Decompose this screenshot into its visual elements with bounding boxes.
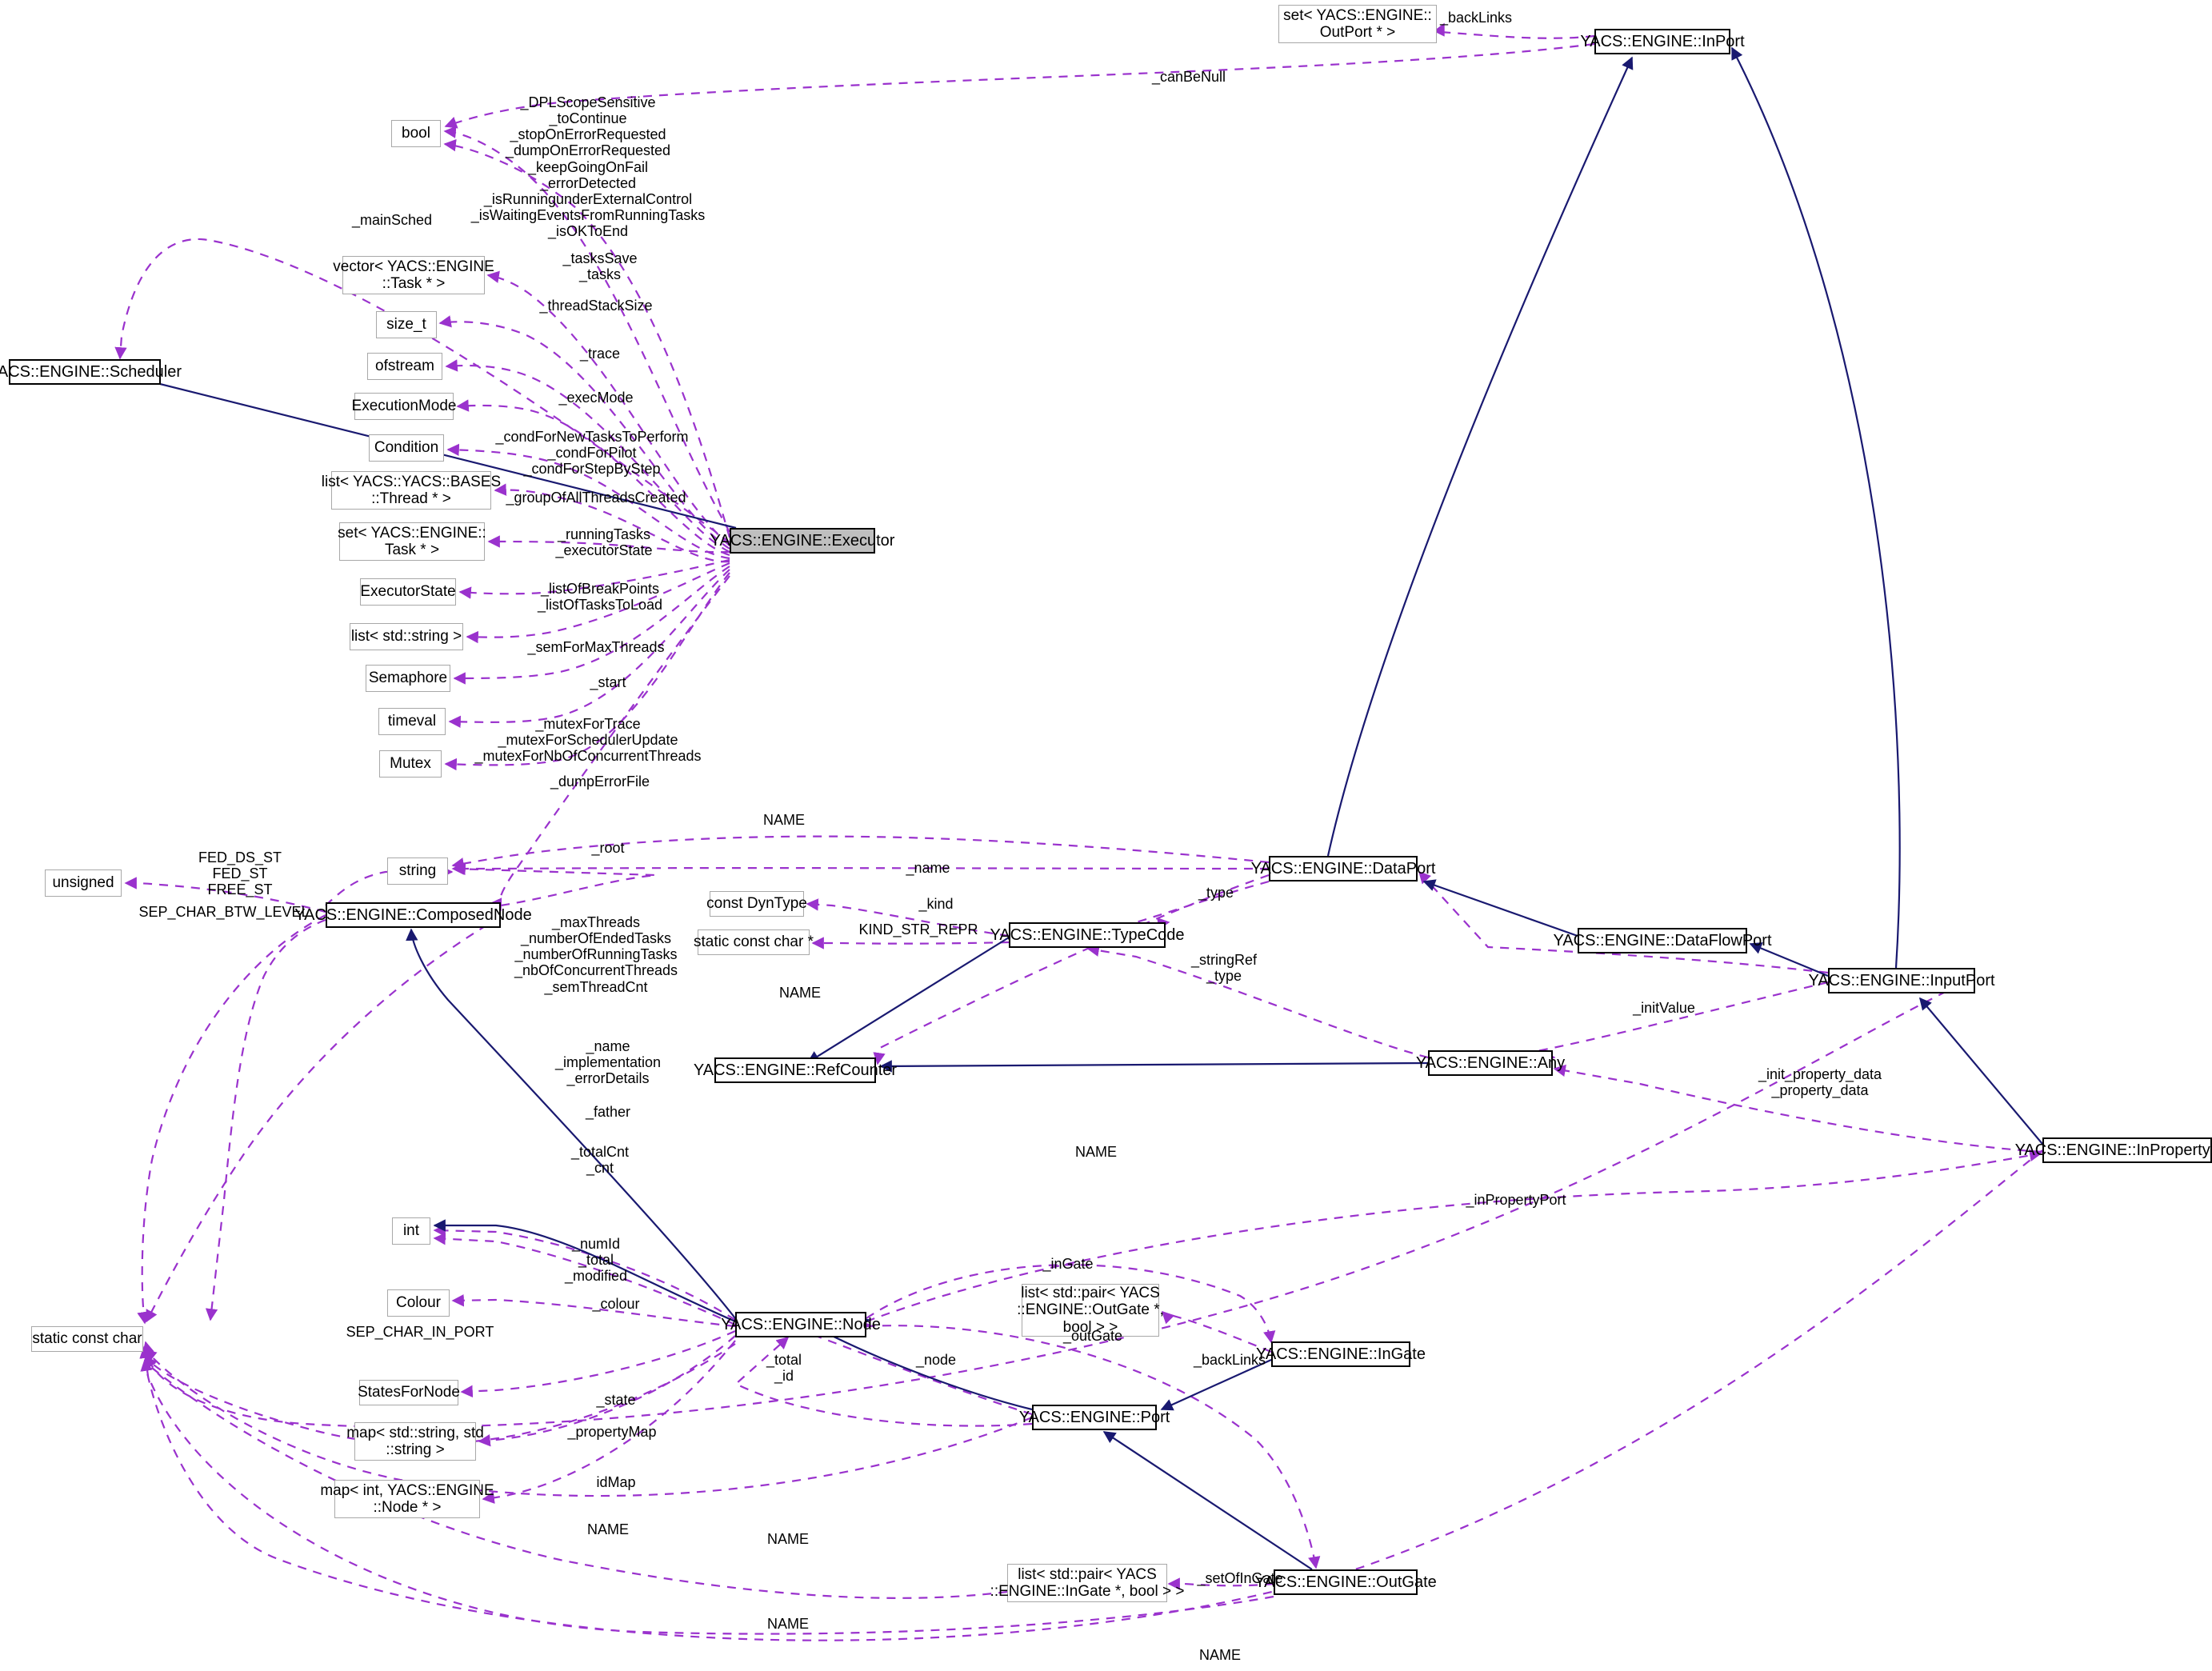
class-node-mapIntNode[interactable]: map< int, YACS::ENGINE ::Node * > xyxy=(320,1480,494,1518)
edge-label-name_low1: NAME xyxy=(586,1521,629,1537)
class-node-condition[interactable]: Condition xyxy=(369,434,444,462)
edge-label-name_dataport: _name xyxy=(906,860,950,876)
edge-label-numid: _numId _total _modified xyxy=(564,1236,628,1285)
class-node-ofstream[interactable]: ofstream xyxy=(367,353,442,380)
edge-label-threadstacksize: _threadStackSize xyxy=(539,298,653,314)
edge-label-ingate_lbl: _inGate xyxy=(1042,1256,1094,1272)
class-node-staticchar[interactable]: static const char xyxy=(31,1326,143,1352)
class-node-dataport[interactable]: YACS::ENGINE::DataPort xyxy=(1251,856,1435,881)
class-node-listThread[interactable]: list< YACS::YACS::BASES ::Thread * > xyxy=(322,471,501,510)
edge-label-node_members: _maxThreads _numberOfEndedTasks _numberO… xyxy=(514,914,678,995)
class-node-dataflowport[interactable]: YACS::ENGINE::DataFlowPort xyxy=(1553,928,1772,953)
class-node-refcounter[interactable]: YACS::ENGINE::RefCounter xyxy=(694,1057,897,1083)
class-node-mutex[interactable]: Mutex xyxy=(379,750,442,778)
edge-label-fed_consts: FED_DS_ST FED_ST FREE_ST xyxy=(198,849,282,898)
edge-label-node_lbl: _node xyxy=(915,1352,957,1368)
edge-label-bool_members: _DPLScopeSensitive _toContinue _stopOnEr… xyxy=(470,94,706,240)
collaboration-diagram-canvas: set< YACS::ENGINE:: OutPort * >YACS::ENG… xyxy=(0,0,2212,1671)
class-node-setOutPort[interactable]: set< YACS::ENGINE:: OutPort * > xyxy=(1278,5,1437,43)
edge-label-mutexes: _mutexForTrace _mutexForSchedulerUpdate … xyxy=(474,716,702,765)
edge-label-cond_members: _condForNewTasksToPerform _condForPilot … xyxy=(495,429,689,478)
class-node-size_t[interactable]: size_t xyxy=(376,311,437,338)
class-node-inputport[interactable]: YACS::ENGINE::InputPort xyxy=(1808,968,1995,993)
edge-label-setofingate: _setOfInGate xyxy=(1197,1570,1283,1586)
class-node-constdyntype[interactable]: const DynType xyxy=(706,891,807,917)
class-node-timeval[interactable]: timeval xyxy=(378,708,446,735)
edge-label-init_prop_data: _init_property_data _property_data xyxy=(1758,1066,1882,1099)
edge-label-type_dp: _type xyxy=(1198,885,1234,901)
edge-label-root: _root xyxy=(591,840,625,856)
class-node-string[interactable]: string xyxy=(387,857,448,885)
class-node-executor[interactable]: YACS::ENGINE::Executor xyxy=(710,528,894,554)
edge-label-totalcnt: _totalCnt _cnt xyxy=(570,1144,630,1177)
edge-label-name_low3: NAME xyxy=(766,1616,809,1632)
class-node-bool[interactable]: bool xyxy=(391,120,441,147)
edge-label-total_id: _total _id xyxy=(766,1352,802,1385)
class-node-executorstate[interactable]: ExecutorState xyxy=(360,578,456,606)
edge-label-dumperrorfile: _dumpErrorFile xyxy=(550,774,650,790)
edge-label-stringref: _stringRef _type xyxy=(1190,952,1258,985)
edge-label-execmode_lbl: _execMode xyxy=(558,390,634,406)
edge-label-sep_char_btw_level: SEP_CHAR_BTW_LEVEL xyxy=(138,904,310,920)
class-node-unsigned[interactable]: unsigned xyxy=(45,869,122,897)
edge-label-name_low4: NAME xyxy=(1198,1647,1241,1663)
edge-label-backlinks_top: _backLinks xyxy=(1440,10,1513,26)
edge-label-trace: _trace xyxy=(579,346,621,362)
edge-label-tasks: _tasksSave _tasks xyxy=(562,250,638,283)
edge-label-inpropertyport_lbl: _inPropertyPort xyxy=(1466,1192,1566,1208)
class-node-any[interactable]: YACS::ENGINE::Any xyxy=(1416,1050,1565,1076)
class-node-node[interactable]: YACS::ENGINE::Node xyxy=(721,1312,881,1337)
edge-label-propertymap: _propertyMap xyxy=(567,1424,657,1440)
edge-label-kind_str_repr: KIND_STR_REPR xyxy=(858,921,978,937)
edge-label-impl_members: _name _implementation _errorDetails xyxy=(554,1038,662,1087)
edge-label-name_upper: NAME xyxy=(762,812,805,828)
edge-label-father: _father xyxy=(585,1104,631,1120)
class-node-staticcharp[interactable]: static const char * xyxy=(694,929,814,955)
edge-label-canbenull: _canBeNull xyxy=(1152,69,1226,85)
edge-label-semformaxthreads: _semForMaxThreads xyxy=(527,639,665,655)
edge-label-initvalue: _initValue xyxy=(1633,1000,1695,1016)
edge-label-colour_lbl: _colour xyxy=(592,1296,640,1312)
class-node-int[interactable]: int xyxy=(392,1217,430,1245)
class-node-listInGateBool[interactable]: list< std::pair< YACS ::ENGINE::InGate *… xyxy=(990,1564,1184,1602)
class-node-typecode[interactable]: YACS::ENGINE::TypeCode xyxy=(990,922,1185,948)
edge-label-mainsched: _mainSched xyxy=(351,212,433,228)
class-node-vectorTask[interactable]: vector< YACS::ENGINE ::Task * > xyxy=(333,256,494,294)
class-node-listString[interactable]: list< std::string > xyxy=(350,623,463,650)
edge-label-sep_char_in_port: SEP_CHAR_IN_PORT xyxy=(346,1324,494,1340)
edge-label-name_totalcnt_row: NAME xyxy=(1074,1144,1117,1160)
class-node-execmode[interactable]: ExecutionMode xyxy=(352,393,456,420)
edge-label-start: _start xyxy=(590,674,626,690)
class-node-mapStrStr[interactable]: map< std::string, std ::string > xyxy=(346,1422,484,1461)
edge-label-breakpoints: _listOfBreakPoints _listOfTasksToLoad xyxy=(537,581,663,614)
class-node-colour[interactable]: Colour xyxy=(387,1289,450,1317)
edge-label-backlinks_ingate: _backLinks xyxy=(1193,1352,1266,1368)
class-node-semaphore[interactable]: Semaphore xyxy=(366,665,450,692)
edge-label-name_mid: NAME xyxy=(778,985,821,1001)
class-node-scheduler[interactable]: YACS::ENGINE::Scheduler xyxy=(0,359,182,385)
class-node-composednode[interactable]: YACS::ENGINE::ComposedNode xyxy=(294,902,532,928)
class-node-port[interactable]: YACS::ENGINE::Port xyxy=(1019,1405,1170,1430)
edge-label-state_lbl: _state xyxy=(596,1392,636,1408)
edge-label-groupthreads: _groupOfAllThreadsCreated xyxy=(506,490,686,506)
edge-label-idmap: idMap xyxy=(596,1474,636,1490)
class-node-setTask[interactable]: set< YACS::ENGINE:: Task * > xyxy=(338,522,486,561)
class-node-inpropertyport[interactable]: YACS::ENGINE::InPropertyPort xyxy=(2015,1137,2212,1163)
edge-label-name_low2: NAME xyxy=(766,1531,809,1547)
edge-label-outgate_lbl: _outGate xyxy=(1062,1328,1123,1344)
class-node-statesfornode[interactable]: StatesForNode xyxy=(358,1380,460,1405)
edge-label-kind: _kind xyxy=(918,896,954,912)
class-node-inport[interactable]: YACS::ENGINE::InPort xyxy=(1580,29,1745,54)
edge-label-runningtasks: _runningTasks _executorState xyxy=(555,526,653,559)
